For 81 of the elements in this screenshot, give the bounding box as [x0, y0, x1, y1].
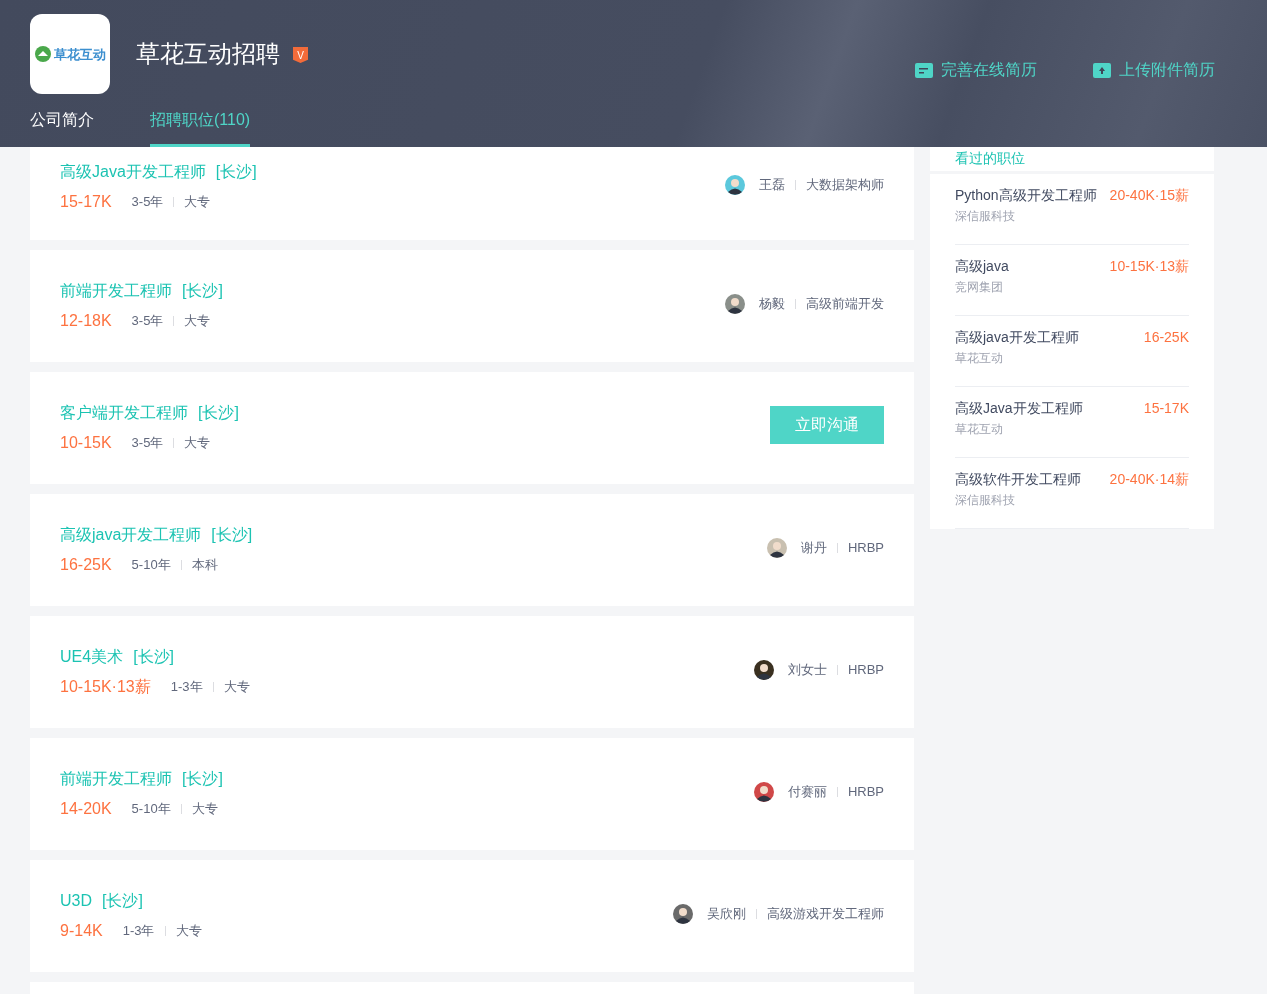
job-city: [长沙]	[182, 769, 223, 789]
recruiter-name: 刘女士	[787, 661, 827, 679]
viewed-job-salary: 16-25K	[1143, 328, 1189, 346]
job-card[interactable]: U3D [长沙] 9-14K 1-3年 大专 吴欣刚 高级游戏开发工程师	[30, 860, 914, 972]
company-logo: 草花互动	[30, 14, 110, 94]
job-experience: 1-3年	[122, 922, 155, 940]
recruiter-role: 大数据架构师	[806, 175, 884, 194]
viewed-job-salary: 20-40K·14薪	[1109, 470, 1189, 488]
recruiter-role: 高级游戏开发工程师	[767, 905, 884, 923]
company-name: 草花互动招聘	[136, 39, 280, 69]
job-salary: 10-15K	[60, 433, 112, 453]
viewed-job-salary: 20-40K·15薪	[1109, 186, 1189, 204]
job-experience: 5-10年	[131, 800, 171, 818]
job-city: [长沙]	[211, 525, 253, 545]
avatar-icon	[725, 174, 745, 195]
job-experience: 3-5年	[131, 312, 164, 330]
job-city: [长沙]	[133, 647, 174, 667]
job-salary: 10-15K·13薪	[60, 677, 151, 697]
job-education: 大专	[184, 312, 211, 330]
upload-icon	[1093, 62, 1111, 78]
viewed-job-title: 高级java	[955, 257, 1009, 275]
recruiter-name: 杨毅	[759, 295, 785, 313]
section-title: 看过的职位	[955, 149, 1025, 167]
resume-link[interactable]: 上传附件简历	[1119, 58, 1215, 82]
viewed-job-item[interactable]: 高级java 10-15K·13薪 竞网集团	[955, 245, 1189, 316]
job-card[interactable]: 高级java开发工程师 [长沙] 16-25K 5-10年 本科 谢丹 HRBP	[30, 494, 914, 606]
viewed-job-company: 深信服科技	[955, 492, 1016, 508]
viewed-job-item[interactable]: 高级软件开发工程师 20-40K·14薪 深信服科技	[955, 458, 1189, 529]
recruiter-role: 高级前端开发	[806, 295, 884, 313]
recruiter-name: 王磊	[759, 175, 785, 194]
job-card[interactable]: 前端开发工程师 [长沙] 14-20K 5-10年 大专 付赛丽 HRBP	[30, 738, 914, 850]
viewed-job-salary: 10-15K·13薪	[1109, 257, 1189, 275]
nav-tab[interactable]: 公司简介	[30, 104, 94, 147]
avatar-icon	[766, 538, 787, 558]
viewed-job-company: 深信服科技	[955, 208, 1016, 224]
viewed-job-title: 高级软件开发工程师	[955, 470, 1081, 488]
job-experience: 3-5年	[131, 192, 164, 211]
recruiter-role: HRBP	[847, 783, 884, 801]
job-card[interactable]: 高级Java开发工程师 [长沙] 15-17K 3-5年 大专 王磊 大数据架构师	[30, 147, 914, 240]
job-education: 本科	[191, 556, 218, 574]
job-city: [长沙]	[198, 403, 239, 423]
viewed-job-title: 高级java开发工程师	[955, 328, 1079, 346]
job-education: 大专	[223, 678, 250, 696]
job-education: 大专	[184, 434, 211, 452]
verified-badge: V	[293, 47, 308, 63]
recruiter-name: 谢丹	[800, 539, 827, 557]
document-icon	[915, 62, 933, 78]
job-city: [长沙]	[182, 281, 223, 301]
job-card[interactable]: 前端开发工程师 [长沙] 12-18K 3-5年 大专 杨毅 高级前端开发	[30, 250, 914, 362]
job-city: [长沙]	[215, 161, 257, 182]
job-salary: 9-14K	[60, 921, 103, 941]
job-card[interactable]: UE4美术 [长沙] 10-15K·13薪 1-3年 大专 刘女士 HRBP	[30, 616, 914, 728]
job-experience: 3-5年	[131, 434, 164, 452]
job-salary: 12-18K	[60, 311, 112, 331]
viewed-job-company: 草花互动	[955, 350, 1004, 366]
job-experience: 5-10年	[131, 556, 171, 574]
job-education: 大专	[184, 192, 211, 211]
avatar-icon	[753, 782, 774, 802]
avatar-icon	[725, 294, 745, 314]
resume-link[interactable]: 完善在线简历	[941, 58, 1037, 82]
job-city: [长沙]	[102, 891, 143, 911]
viewed-job-title: 高级Java开发工程师	[955, 399, 1083, 417]
job-salary: 15-17K	[60, 191, 112, 212]
recruiter-role: HRBP	[847, 661, 884, 679]
job-salary: 16-25K	[60, 555, 112, 575]
avatar-icon	[753, 660, 774, 680]
viewed-job-item[interactable]: 高级Java开发工程师 15-17K 草花互动	[955, 387, 1189, 458]
viewed-job-item[interactable]: Python高级开发工程师 20-40K·15薪 深信服科技	[955, 174, 1189, 245]
recruiter-name: 吴欣刚	[707, 905, 746, 923]
viewed-job-item[interactable]: 高级java开发工程师 16-25K 草花互动	[955, 316, 1189, 387]
avatar-icon	[673, 904, 693, 924]
job-salary: 14-20K	[60, 799, 112, 819]
recruiter-name: 付赛丽	[787, 783, 827, 801]
job-education: 大专	[175, 922, 202, 940]
viewed-job-title: Python高级开发工程师	[955, 186, 1097, 204]
viewed-job-company: 竞网集团	[955, 279, 1004, 295]
recruiter-role: HRBP	[847, 539, 884, 557]
viewed-job-salary: 15-17K	[1143, 399, 1189, 417]
job-experience: 1-3年	[170, 678, 203, 696]
job-education: 大专	[191, 800, 218, 818]
viewed-job-company: 草花互动	[955, 421, 1004, 437]
